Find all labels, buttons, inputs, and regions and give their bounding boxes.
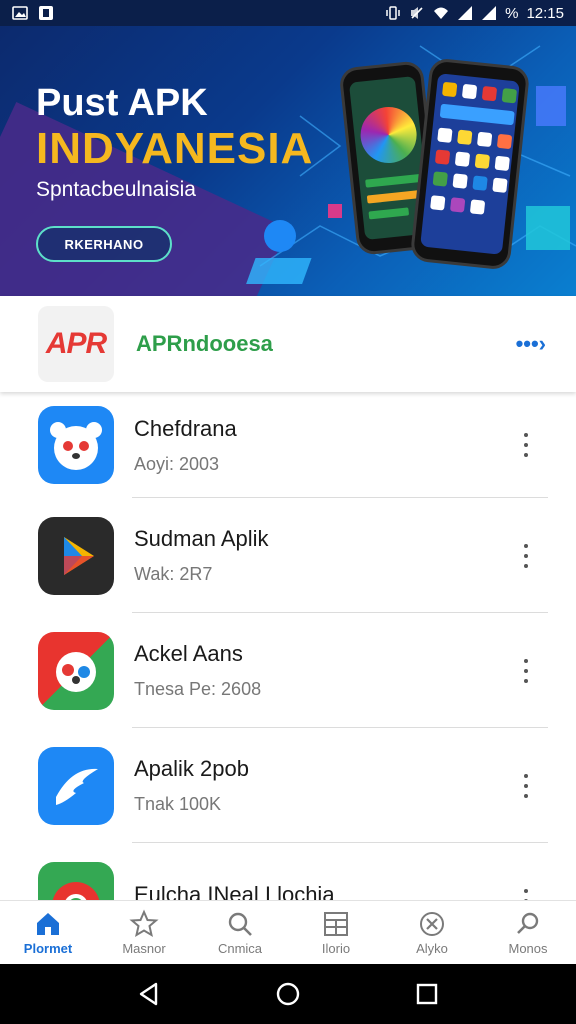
signal-icon-2 <box>482 6 497 20</box>
app-meta: Tnak 100K <box>134 794 222 814</box>
bottom-nav[interactable]: Plormet Masnor Cnmica Ilorio Alyko Monos <box>0 900 576 964</box>
wifi-icon <box>434 7 449 19</box>
signal-icon <box>458 6 473 20</box>
overflow-menu-icon[interactable] <box>516 888 536 900</box>
grid-table-icon <box>324 912 348 936</box>
back-icon[interactable] <box>136 981 162 1007</box>
app-list[interactable]: Chefdrana Aoyi: 2003 Sudman Aplik Wak: 2… <box>0 392 576 900</box>
app-meta: Tnesa Pe: 2608 <box>134 679 262 699</box>
close-circle-icon <box>420 912 444 936</box>
nav-label: Monos <box>508 941 548 956</box>
phone-illustration-right <box>409 57 531 271</box>
vibrate-icon <box>386 6 400 20</box>
overflow-menu-icon[interactable] <box>516 433 536 457</box>
list-item[interactable]: Sudman Aplik Wak: 2R7 <box>0 498 576 613</box>
recents-icon[interactable] <box>414 981 440 1007</box>
system-nav-bar <box>0 964 576 1024</box>
chrome-like-icon <box>38 861 114 900</box>
list-item[interactable]: Apalik 2pob Tnak 100K <box>0 728 576 843</box>
mute-icon <box>411 7 423 19</box>
overflow-menu-icon[interactable] <box>516 773 536 798</box>
list-item[interactable]: Chefdrana Aoyi: 2003 <box>0 392 576 498</box>
list-item[interactable]: Ackel Aans Tnesa Pe: 2608 <box>0 613 576 728</box>
nav-label: Alyko <box>416 941 448 956</box>
store-header[interactable]: APR APRndooesa •••› <box>0 296 576 392</box>
home-icon <box>37 913 59 935</box>
logo-text: APR <box>45 327 107 360</box>
banner-title-highlight: INDYANESIA <box>36 124 314 173</box>
banner-title: Pust APK <box>36 82 208 124</box>
app-name: Sudman Aplik <box>134 526 269 551</box>
swoosh-icon <box>38 746 114 825</box>
nav-item-close[interactable]: Alyko <box>384 901 480 964</box>
nav-label: Plormet <box>23 941 73 956</box>
home-circle-icon[interactable] <box>275 981 301 1007</box>
banner-cta-button[interactable]: RKERHANO <box>36 226 172 262</box>
app-meta: Wak: 2R7 <box>134 564 213 584</box>
app-name: Ackel Aans <box>134 641 243 666</box>
overflow-menu-icon[interactable] <box>516 543 536 568</box>
app-name: Eulcha INeal I lochia <box>134 881 335 901</box>
dog-face-icon <box>38 631 114 710</box>
banner-subtitle: Spntacbeulnaisia <box>36 178 196 201</box>
promo-banner[interactable]: Pust APK INDYANESIA Spntacbeulnaisia RKE… <box>0 26 576 296</box>
notification-icon <box>39 6 53 20</box>
play-store-icon <box>38 516 114 595</box>
overflow-menu-icon[interactable] <box>516 658 536 683</box>
search-icon <box>517 912 539 934</box>
clock: 12:15 <box>526 4 564 22</box>
store-logo: APR <box>38 306 114 382</box>
battery-text: % <box>505 4 519 22</box>
nav-item-search[interactable]: Cnmica <box>192 901 288 964</box>
search-icon <box>228 912 252 936</box>
image-icon <box>12 6 28 20</box>
panda-icon <box>38 406 114 484</box>
nav-label: Ilorio <box>321 941 351 956</box>
status-bar: % 12:15 <box>0 0 576 26</box>
nav-item-table[interactable]: Ilorio <box>288 901 384 964</box>
list-item[interactable]: Eulcha INeal I lochia <box>0 843 576 900</box>
star-icon <box>129 909 159 938</box>
nav-item-home[interactable]: Plormet <box>0 901 96 964</box>
store-title: APRndooesa <box>136 331 273 356</box>
nav-item-favorites[interactable]: Masnor <box>96 901 192 964</box>
app-name: Chefdrana <box>134 415 237 441</box>
app-name: Apalik 2pob <box>134 756 249 781</box>
nav-item-more[interactable]: Monos <box>480 901 576 964</box>
more-arrow-icon[interactable]: •••› <box>516 331 546 357</box>
nav-label: Masnor <box>122 941 166 956</box>
nav-label: Cnmica <box>217 941 263 956</box>
app-meta: Aoyi: 2003 <box>134 453 220 474</box>
